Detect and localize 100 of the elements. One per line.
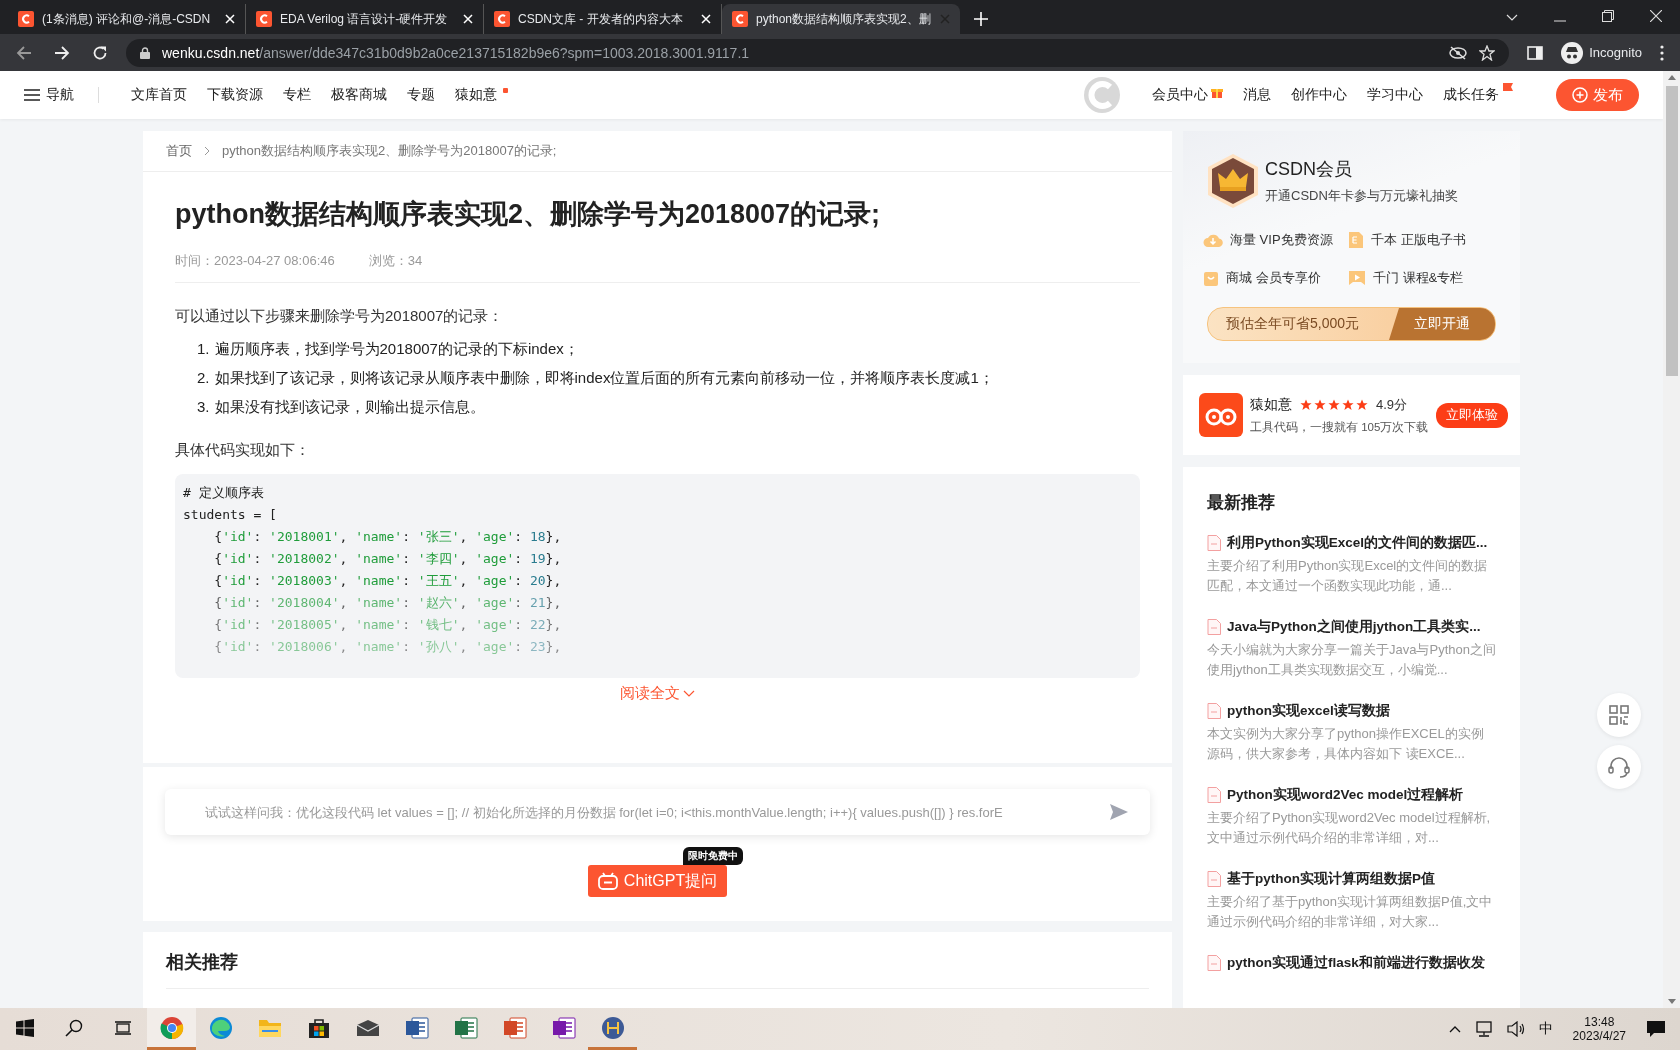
breadcrumb-current: python数据结构顺序表实现2、删除学号为2018007的记录;	[222, 142, 557, 160]
pdf-file-icon	[1207, 619, 1221, 635]
code-line: # 定义顺序表	[183, 484, 265, 502]
eye-slash-icon[interactable]	[1449, 45, 1468, 60]
star-icon[interactable]	[1479, 44, 1496, 61]
chevron-up-icon[interactable]	[1448, 1025, 1461, 1033]
input-method-indicator[interactable]: 中	[1538, 1020, 1553, 1038]
nav-link[interactable]: 消息	[1243, 86, 1271, 104]
publish-time: 时间：2023-04-27 08:06:46	[175, 252, 335, 270]
recommendation-link[interactable]: python实现excel读写数据	[1227, 702, 1390, 720]
navigation-menu-button[interactable]: 导航	[24, 86, 74, 104]
side-panel-icon[interactable]	[1527, 45, 1544, 60]
csdn-favicon-icon	[18, 11, 34, 27]
code-line: {'id': '2018004', 'name': '赵六', 'age': 21},	[213, 594, 563, 612]
limited-free-badge: 限时免费中	[683, 847, 744, 865]
scroll-up-icon[interactable]	[1667, 75, 1676, 80]
clock-time[interactable]: 13:48	[1584, 1015, 1615, 1029]
shopping-bag-icon	[1203, 269, 1219, 287]
article-title: python数据结构顺序表实现2、删除学号为2018007的记录;	[175, 198, 882, 231]
view-count: 浏览：34	[368, 252, 423, 270]
browser-tab[interactable]: python数据结构顺序表实现2、删	[722, 4, 960, 34]
reload-icon[interactable]	[92, 44, 108, 61]
app-icon	[600, 1015, 625, 1040]
office-app-icon	[404, 1015, 429, 1040]
search-icon	[64, 1018, 83, 1037]
code-line: {'id': '2018006', 'name': '孙八', 'age': 23},	[213, 638, 563, 656]
pdf-file-icon	[1207, 535, 1221, 551]
section-heading: 最新推荐	[1207, 492, 1276, 514]
incognito-profile-button[interactable]: Incognito	[1561, 41, 1642, 64]
office-app-icon	[502, 1015, 527, 1040]
nav-link[interactable]: 专栏	[283, 86, 311, 104]
qr-code-button[interactable]	[1597, 693, 1641, 737]
task-view-icon	[113, 1018, 132, 1037]
recommendation-summary: 主要介绍了Python实现word2Vec model过程解析,文中通过示例代码介绍的非常详细，对...	[1207, 809, 1492, 847]
more-menu-icon[interactable]	[1660, 44, 1664, 61]
star-icon	[1356, 398, 1368, 411]
notification-icon[interactable]	[1646, 1020, 1666, 1038]
chevron-down-icon	[683, 689, 695, 698]
customer-service-button[interactable]	[1597, 745, 1641, 789]
try-now-button[interactable]: 立即体验	[1436, 402, 1508, 428]
question-field[interactable]: 试试这样问我：优化这段代码 let values = []; // 初始化所选择的月份数据 for(let i=0; i<this.monthValue.length; i++){ values.push([]) } res.forE	[203, 803, 1090, 821]
headset-icon	[1608, 756, 1630, 778]
membership-perk: 商城 会员专享价	[1226, 269, 1321, 287]
gift-icon	[1211, 86, 1223, 98]
recommendation-summary: 主要介绍了基于python实现计算两组数据P值,文中通过示例代码介绍的非常详细，对大家...	[1207, 893, 1494, 931]
paragraph: 具体代码实现如下：	[175, 440, 311, 460]
lock-icon	[140, 46, 150, 59]
nav-link[interactable]: 猿如意	[455, 86, 497, 104]
list-number: 2.	[197, 369, 210, 386]
csdn-favicon-icon	[732, 11, 748, 27]
code-line: {'id': '2018003', 'name': '王五', 'age': 20},	[213, 572, 563, 590]
back-icon[interactable]	[16, 44, 32, 61]
scrollbar[interactable]	[1663, 71, 1680, 1008]
star-icon	[1300, 398, 1312, 411]
ebook-icon	[1348, 231, 1364, 249]
office-app-icon	[453, 1015, 478, 1040]
recommendation-link[interactable]: Java与Python之间使用jython工具类实...	[1227, 618, 1481, 636]
recommendation-link[interactable]: 利用Python实现Excel的文件间的数据匹...	[1227, 534, 1488, 552]
forward-icon[interactable]	[54, 44, 70, 61]
activate-membership-button[interactable]: 立即开通	[1389, 308, 1495, 340]
rating-score: 4.9分	[1376, 395, 1408, 414]
office-app-icon	[551, 1015, 576, 1040]
nav-link[interactable]: 创作中心	[1291, 86, 1347, 104]
plus-circle-icon	[1572, 87, 1588, 103]
nav-link[interactable]: 下载资源	[207, 86, 263, 104]
qr-code-icon	[1609, 705, 1629, 725]
section-heading: 相关推荐	[166, 950, 1149, 989]
star-icon	[1342, 398, 1354, 411]
chevron-down-icon[interactable]	[1506, 14, 1518, 22]
membership-subtitle: 开通CSDN年卡参与万元壕礼抽奖	[1265, 187, 1458, 205]
restore-icon[interactable]	[1602, 10, 1614, 22]
nav-link[interactable]: 成长任务	[1443, 86, 1499, 104]
clock-date[interactable]: 2023/4/27	[1572, 1029, 1626, 1043]
nav-link[interactable]: 学习中心	[1367, 86, 1423, 104]
list-item: 如果没有找到该记录，则输出提示信息。	[214, 398, 485, 415]
incognito-icon	[1561, 41, 1584, 64]
pdf-file-icon	[1207, 871, 1221, 887]
network-icon[interactable]	[1474, 1021, 1493, 1037]
nav-link[interactable]: 文库首页	[131, 86, 187, 104]
nav-link[interactable]: 极客商城	[331, 86, 387, 104]
recommendation-link[interactable]: python实现通过flask和前端进行数据收发	[1227, 954, 1485, 972]
recommendation-link[interactable]: 基于python实现计算两组数据P值	[1227, 870, 1435, 888]
code-line: {'id': '2018001', 'name': '张三', 'age': 18},	[213, 528, 563, 546]
recommendation-summary: 本文实例为大家分享了python操作EXCEL的实例源码，供大家参考，具体内容如下 读EXCE...	[1207, 725, 1485, 763]
pdf-file-icon	[1207, 787, 1221, 803]
breadcrumb-link[interactable]: 首页	[166, 142, 192, 160]
nav-link[interactable]: 会员中心	[1152, 86, 1208, 104]
list-item: 如果找到了该记录，则将该记录从顺序表中删除，即将index位置后面的所有元素向前移动一位，并将顺序表长度减1；	[214, 369, 994, 386]
membership-perk: 千门 课程&专栏	[1373, 269, 1464, 287]
star-icon	[1314, 398, 1326, 411]
volume-icon[interactable]	[1506, 1021, 1525, 1037]
chevron-right-icon	[204, 146, 210, 156]
address-field[interactable]: wenku.csdn.net/answer/dde347c31b0d9b2a0ce213715182b9e6?spm=1003.2018.3001.9117.1	[126, 38, 1510, 67]
scrollbar-thumb[interactable]	[1665, 86, 1678, 376]
cloud-download-icon	[1203, 232, 1223, 248]
scroll-down-icon[interactable]	[1667, 999, 1676, 1004]
nav-link[interactable]: 专题	[407, 86, 435, 104]
envelope-icon	[355, 1018, 380, 1037]
new-tab-icon[interactable]	[974, 12, 988, 26]
recommendation-link[interactable]: Python实现word2Vec model过程解析	[1227, 786, 1464, 804]
